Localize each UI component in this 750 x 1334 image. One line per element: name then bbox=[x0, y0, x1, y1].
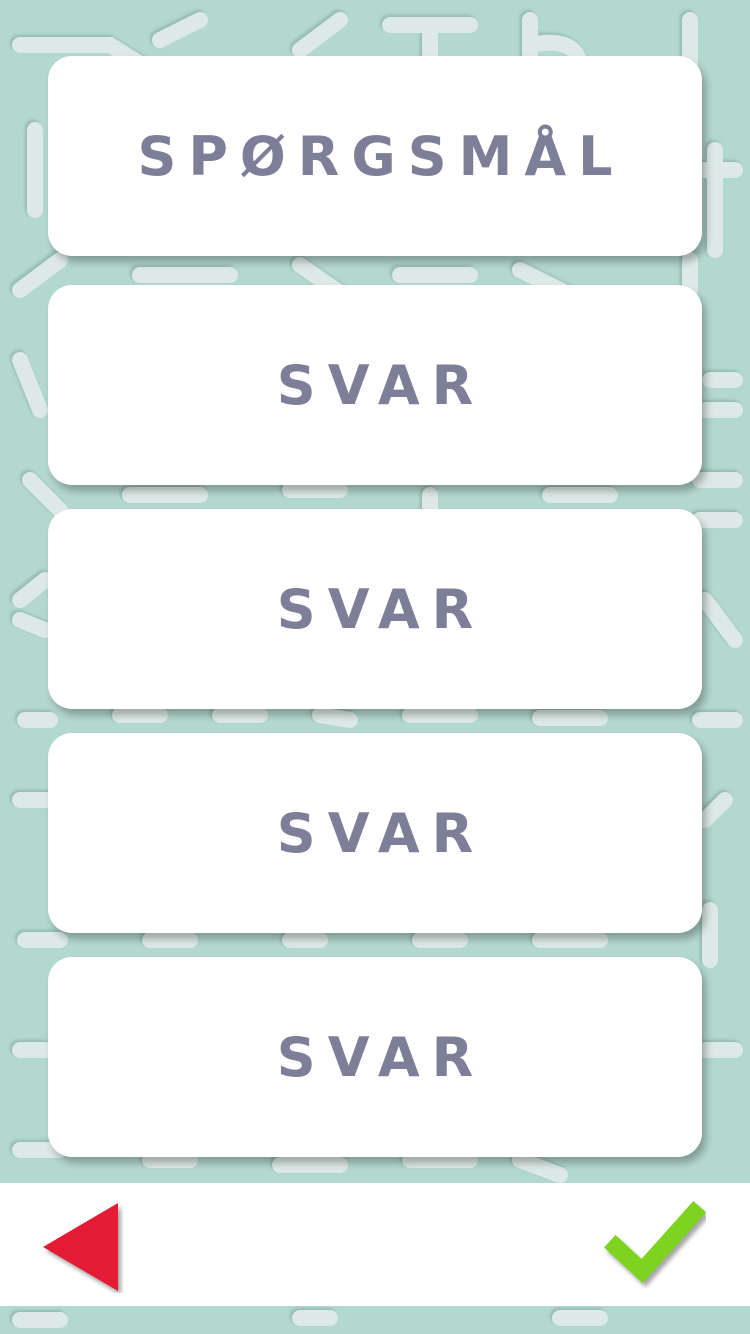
answer-button-4[interactable]: SVAR bbox=[48, 957, 702, 1157]
answer-button-3[interactable]: SVAR bbox=[48, 733, 702, 933]
back-button[interactable] bbox=[40, 1201, 124, 1293]
checkmark-icon bbox=[603, 1200, 707, 1284]
answer-label: SVAR bbox=[276, 577, 486, 641]
answer-label: SVAR bbox=[276, 353, 486, 417]
bottom-navigation-bar bbox=[0, 1183, 750, 1306]
answer-label: SVAR bbox=[276, 801, 486, 865]
triangle-left-icon bbox=[43, 1203, 118, 1291]
answer-label: SVAR bbox=[276, 1025, 486, 1089]
answer-button-2[interactable]: SVAR bbox=[48, 509, 702, 709]
confirm-button[interactable] bbox=[602, 1200, 707, 1289]
question-label: SPØRGSMÅL bbox=[137, 124, 625, 188]
answer-button-1[interactable]: SVAR bbox=[48, 285, 702, 485]
question-card: SPØRGSMÅL bbox=[48, 56, 702, 256]
